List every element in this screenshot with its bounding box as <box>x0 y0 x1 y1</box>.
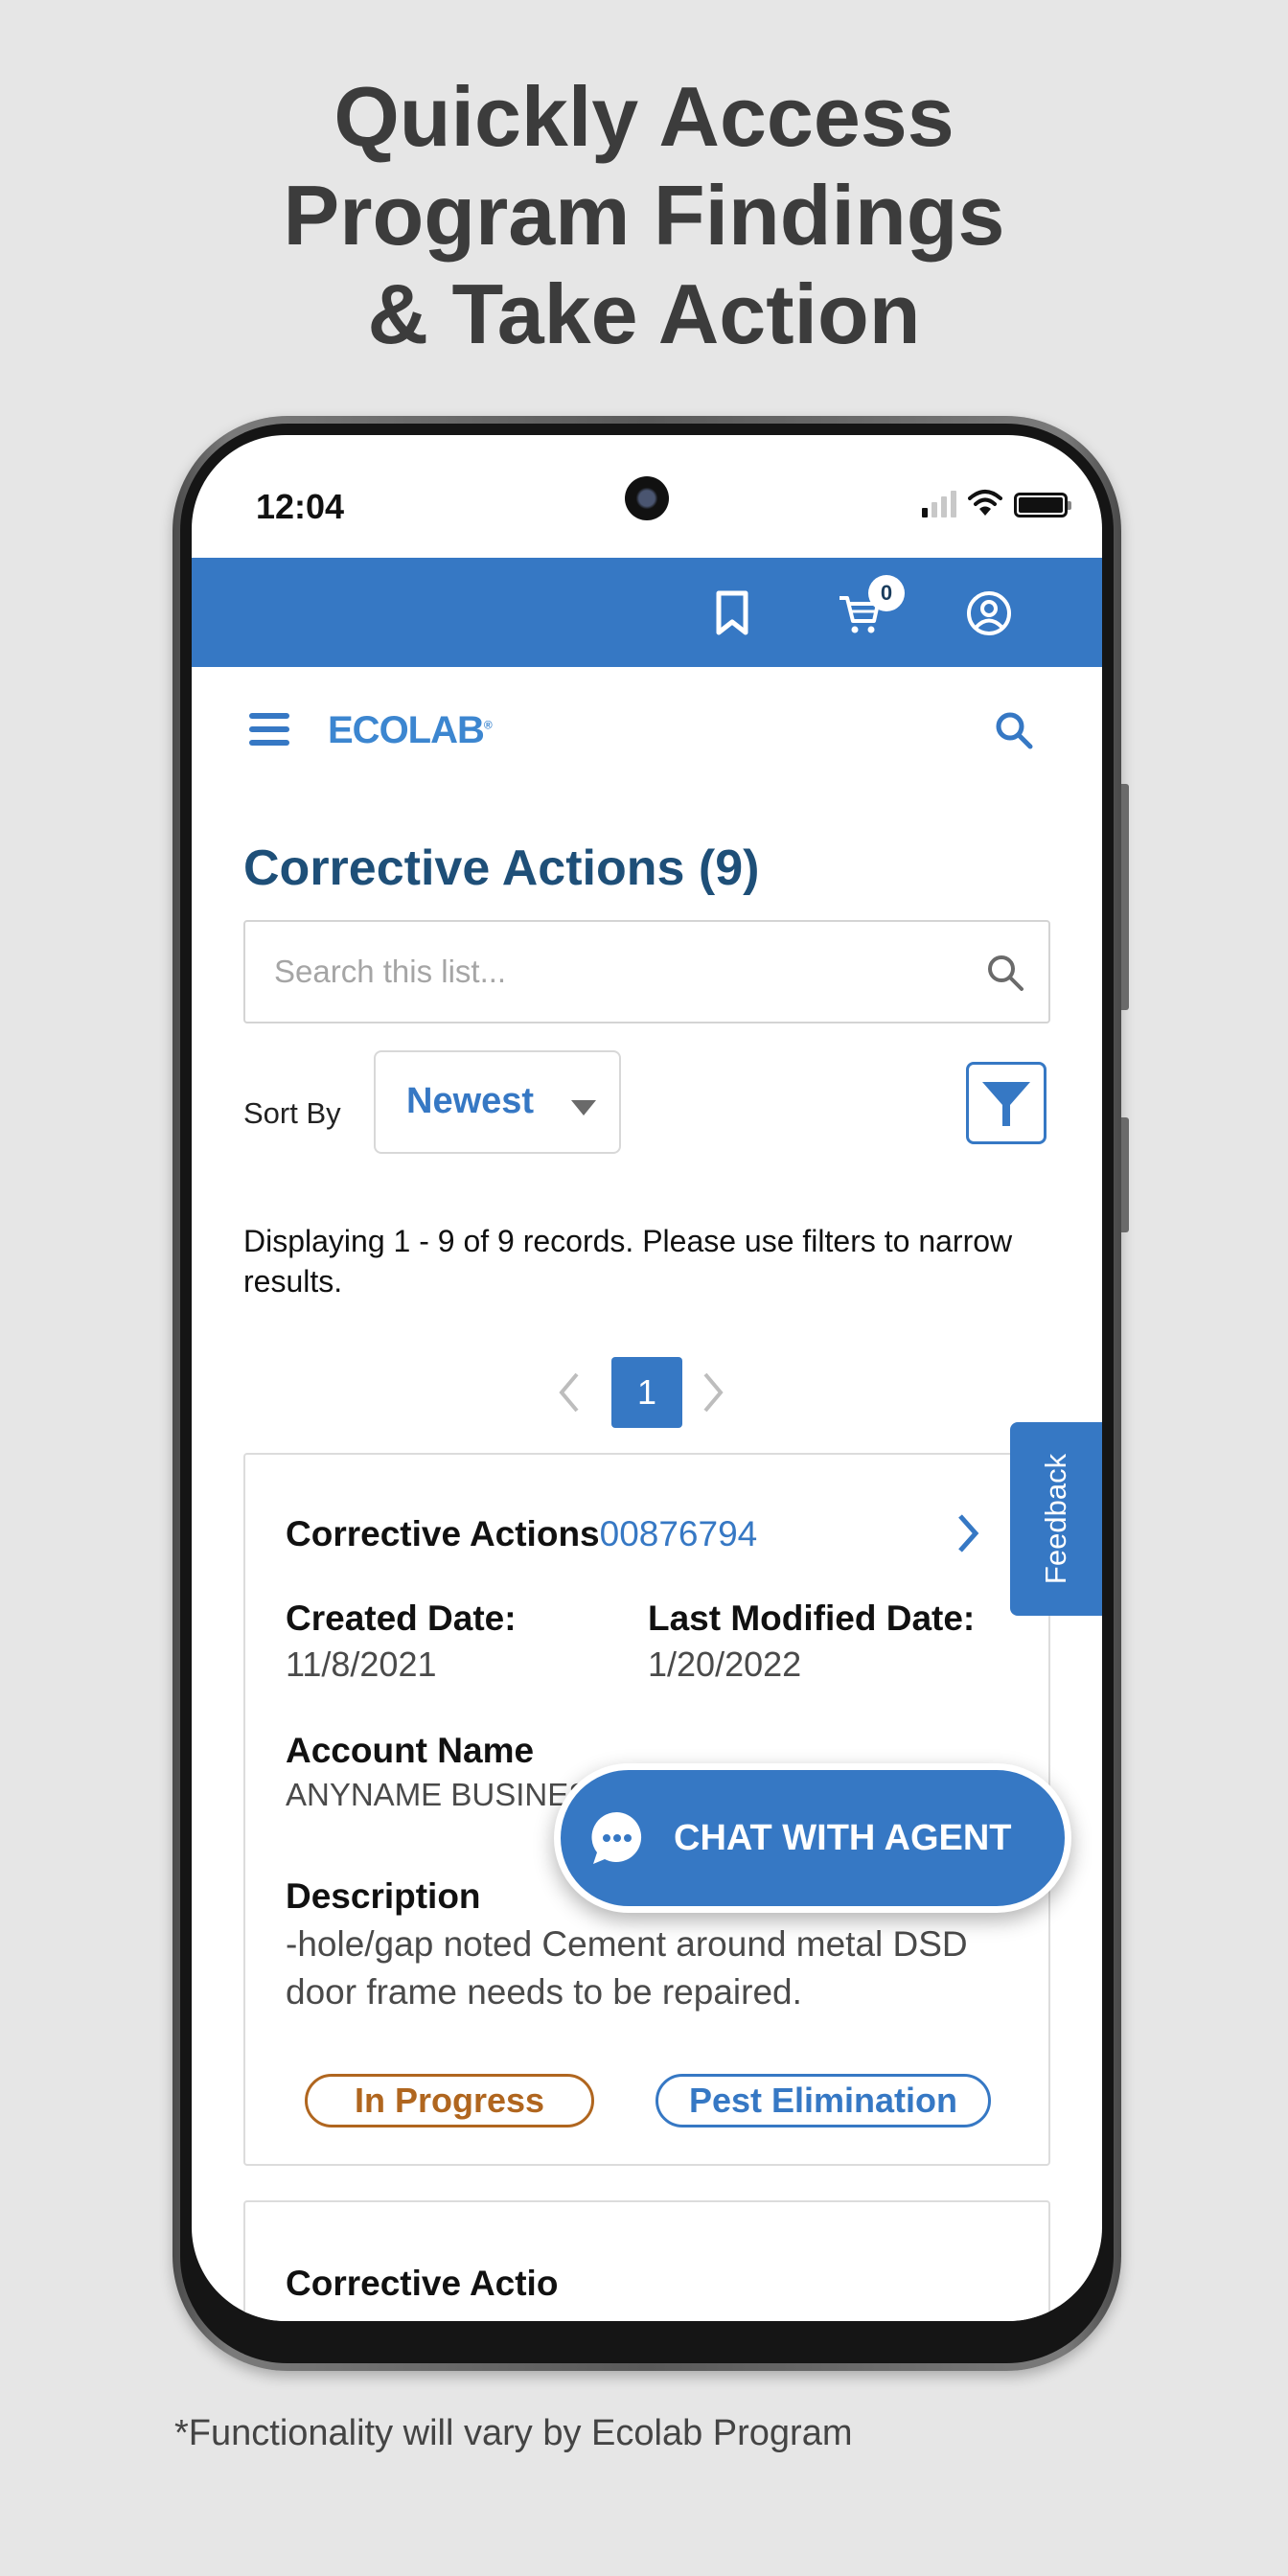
previous-page-icon[interactable] <box>554 1368 583 1416</box>
logo-text: ECOLAB <box>328 709 485 751</box>
chat-bubble-icon <box>591 1811 642 1864</box>
sort-select[interactable]: Newest <box>374 1050 621 1154</box>
menu-button[interactable] <box>249 713 289 746</box>
account-icon <box>967 591 1011 635</box>
created-date-value: 11/8/2021 <box>286 1644 437 1684</box>
next-page-icon[interactable] <box>700 1368 728 1416</box>
cart-count-badge: 0 <box>868 575 905 611</box>
filter-button[interactable] <box>966 1062 1046 1144</box>
headline-line-2: Program Findings <box>283 168 1005 263</box>
description-value: -hole/gap noted Cement around metal DSD … <box>286 1924 968 2012</box>
wifi-icon <box>968 490 1002 516</box>
description-label: Description <box>286 1876 481 1916</box>
chat-with-agent-button[interactable]: CHAT WITH AGENT <box>554 1763 1071 1913</box>
bookmark-button[interactable] <box>705 586 759 640</box>
battery-icon <box>1014 493 1071 518</box>
list-search-input[interactable] <box>274 922 945 1022</box>
headline-line-1: Quickly Access <box>334 69 954 164</box>
power-button <box>1121 784 1129 1010</box>
sort-selected-value: Newest <box>406 1081 535 1121</box>
list-search-field[interactable] <box>243 920 1050 1024</box>
record-title: Corrective Actio <box>286 2264 559 2303</box>
status-badge: In Progress <box>305 2074 594 2128</box>
nav-bar: ECOLAB® <box>192 667 1102 792</box>
menu-icon-bar <box>249 740 289 746</box>
status-icons <box>922 489 1071 518</box>
filter-icon <box>982 1082 1030 1126</box>
phone-screen: 12:04 0 ECOLAB® Corrective Actions (9) S… <box>192 435 1102 2321</box>
record-card[interactable]: Corrective Actio <box>243 2200 1050 2321</box>
sort-by-label: Sort By <box>243 1096 341 1130</box>
cart-button[interactable]: 0 <box>834 575 905 640</box>
status-time: 12:04 <box>256 487 345 526</box>
record-title-prefix: Corrective Actions <box>286 1514 600 1553</box>
category-badge: Pest Elimination <box>656 2074 991 2128</box>
phone-frame: 12:04 0 ECOLAB® Corrective Actions (9) S… <box>172 416 1129 2371</box>
app-header: 0 <box>192 558 1102 667</box>
chat-button-label: CHAT WITH AGENT <box>674 1817 1012 1858</box>
feedback-tab[interactable]: Feedback <box>1010 1422 1102 1616</box>
chevron-right-icon[interactable] <box>954 1510 981 1556</box>
promo-headline: Quickly Access Program Findings & Take A… <box>0 67 1288 363</box>
status-bar: 12:04 <box>192 435 1102 558</box>
modified-date-value: 1/20/2022 <box>648 1644 802 1684</box>
account-name-label: Account Name <box>286 1731 535 1770</box>
bookmark-icon <box>716 590 748 635</box>
caret-down-icon <box>571 1100 596 1116</box>
search-icon[interactable] <box>985 953 1025 993</box>
account-button[interactable] <box>962 586 1016 640</box>
created-date-label: Created Date: <box>286 1598 517 1638</box>
headline-line-3: & Take Action <box>367 266 921 361</box>
signal-icon <box>922 491 956 518</box>
records-count-text: Displaying 1 - 9 of 9 records. Please us… <box>243 1224 1013 1299</box>
volume-button <box>1121 1117 1129 1232</box>
promo-footnote: *Functionality will vary by Ecolab Progr… <box>174 2413 853 2453</box>
page-button-current[interactable]: 1 <box>611 1357 682 1428</box>
page-title: Corrective Actions (9) <box>243 840 760 896</box>
search-icon[interactable] <box>993 709 1035 751</box>
menu-icon-bar <box>249 713 289 719</box>
front-camera <box>625 476 669 520</box>
modified-date-label: Last Modified Date: <box>648 1598 976 1638</box>
menu-icon-bar <box>249 726 289 732</box>
ecolab-logo[interactable]: ECOLAB® <box>328 709 493 752</box>
record-title: Corrective Actions00876794 <box>286 1514 757 1554</box>
pagination: 1 <box>192 1357 1102 1428</box>
record-id-link[interactable]: 00876794 <box>600 1514 758 1553</box>
feedback-label: Feedback <box>1039 1453 1073 1585</box>
logo-registered-mark: ® <box>483 718 493 732</box>
